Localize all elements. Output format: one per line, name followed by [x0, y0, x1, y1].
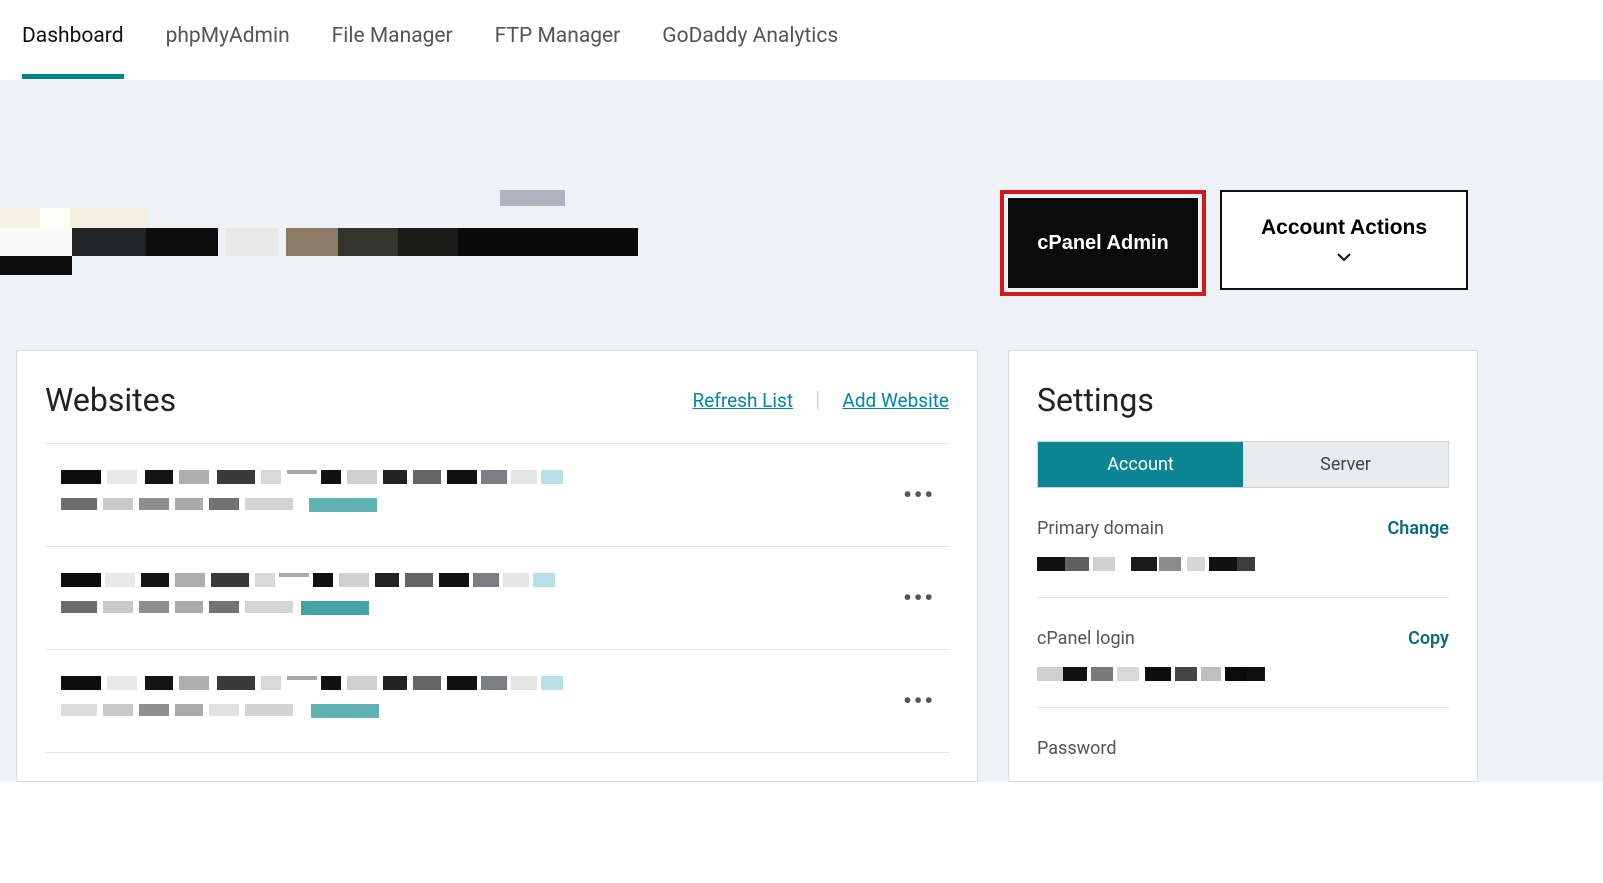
cpanel-login-redacted — [1037, 663, 1257, 685]
tab-dashboard[interactable]: Dashboard — [22, 24, 124, 79]
cpanel-admin-highlight: cPanel Admin — [1000, 190, 1206, 296]
website-info-redacted — [61, 676, 571, 726]
change-link[interactable]: Change — [1388, 518, 1449, 539]
add-website-link[interactable]: Add Website — [842, 389, 949, 412]
copy-link[interactable]: Copy — [1408, 628, 1449, 649]
setting-label: cPanel login — [1037, 628, 1135, 649]
settings-title: Settings — [1037, 381, 1449, 419]
account-actions-button[interactable]: Account Actions — [1220, 190, 1468, 290]
top-tabs: Dashboard phpMyAdmin File Manager FTP Ma… — [0, 0, 1603, 80]
websites-actions: Refresh List | Add Website — [692, 388, 949, 413]
website-info-redacted — [61, 573, 571, 623]
tab-file-manager[interactable]: File Manager — [332, 24, 453, 79]
setting-label: Password — [1037, 738, 1117, 759]
hero-buttons: cPanel Admin Account Actions — [1000, 190, 1603, 296]
tab-godaddy-analytics[interactable]: GoDaddy Analytics — [662, 24, 838, 79]
primary-domain-redacted — [1037, 553, 1257, 575]
settings-segment: Account Server — [1037, 441, 1449, 488]
separator: | — [815, 388, 820, 413]
setting-label: Primary domain — [1037, 518, 1164, 539]
website-menu-button[interactable]: ••• — [903, 584, 935, 612]
hero-section: cPanel Admin Account Actions — [0, 80, 1603, 350]
website-menu-button[interactable]: ••• — [903, 687, 935, 715]
websites-header: Websites Refresh List | Add Website — [45, 381, 949, 444]
setting-cpanel-login: cPanel login Copy — [1037, 628, 1449, 708]
cpanel-admin-button[interactable]: cPanel Admin — [1008, 198, 1198, 288]
websites-title: Websites — [45, 381, 176, 419]
website-row: ••• — [45, 547, 949, 650]
main-content: Websites Refresh List | Add Website ••• — [0, 350, 1603, 782]
website-row: ••• — [45, 444, 949, 547]
segment-account[interactable]: Account — [1038, 442, 1243, 487]
chevron-down-icon — [1337, 250, 1351, 264]
website-menu-button[interactable]: ••• — [903, 481, 935, 509]
website-info-redacted — [61, 470, 571, 520]
account-actions-label: Account Actions — [1261, 216, 1427, 240]
website-row: ••• — [45, 650, 949, 753]
setting-password: Password — [1037, 738, 1449, 781]
refresh-list-link[interactable]: Refresh List — [692, 389, 793, 412]
account-name-redacted — [0, 190, 640, 270]
tab-ftp-manager[interactable]: FTP Manager — [495, 24, 621, 79]
setting-primary-domain: Primary domain Change — [1037, 518, 1449, 598]
settings-card: Settings Account Server Primary domain C… — [1008, 350, 1478, 782]
segment-server[interactable]: Server — [1243, 442, 1448, 487]
tab-phpmyadmin[interactable]: phpMyAdmin — [166, 24, 290, 79]
websites-card: Websites Refresh List | Add Website ••• — [16, 350, 978, 782]
